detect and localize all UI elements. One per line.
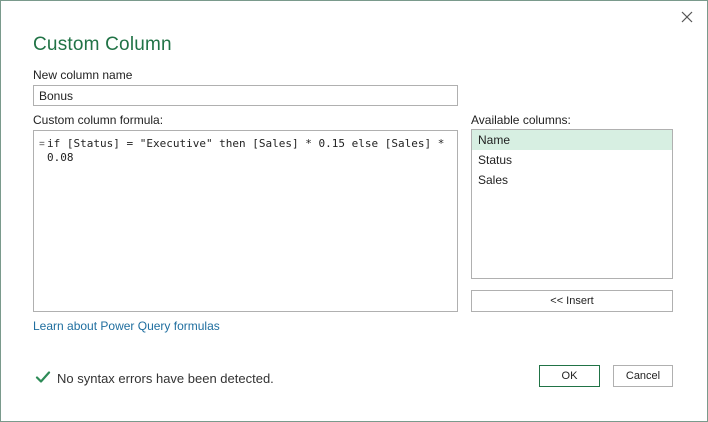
insert-button[interactable]: << Insert — [471, 290, 673, 312]
ok-button[interactable]: OK — [539, 365, 600, 387]
available-columns-list[interactable]: Name Status Sales — [471, 129, 673, 279]
available-columns-label: Available columns: — [471, 113, 571, 127]
close-button[interactable] — [679, 9, 695, 25]
checkmark-icon — [35, 371, 51, 383]
custom-column-dialog: Custom Column New column name Custom col… — [0, 0, 708, 422]
learn-power-query-link[interactable]: Learn about Power Query formulas — [33, 319, 220, 333]
syntax-status-text: No syntax errors have been detected. — [57, 371, 274, 386]
new-column-name-label: New column name — [33, 68, 133, 82]
formula-equals-sign: = — [39, 139, 45, 150]
new-column-name-input[interactable] — [33, 85, 458, 106]
column-item-status[interactable]: Status — [472, 150, 672, 170]
close-icon — [681, 11, 693, 23]
column-item-name[interactable]: Name — [472, 130, 672, 150]
custom-column-formula-label: Custom column formula: — [33, 113, 164, 127]
formula-editor[interactable]: = if [Status] = "Executive" then [Sales]… — [33, 130, 458, 312]
dialog-title: Custom Column — [33, 34, 172, 55]
formula-text[interactable]: if [Status] = "Executive" then [Sales] *… — [47, 137, 453, 165]
column-item-sales[interactable]: Sales — [472, 170, 672, 190]
cancel-button[interactable]: Cancel — [613, 365, 673, 387]
